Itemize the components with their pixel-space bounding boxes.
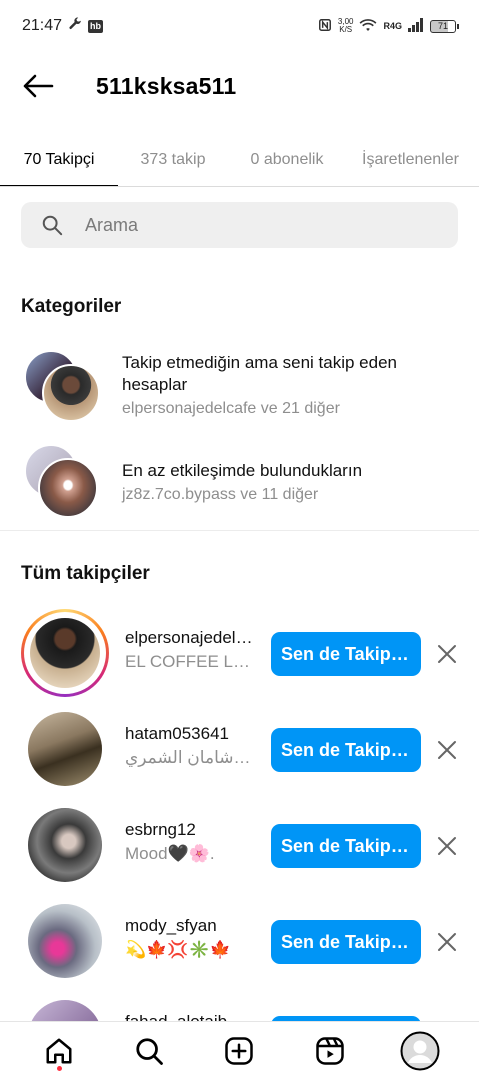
app-badge: hb [88,19,104,33]
nfc-icon [318,18,332,35]
wifi-icon [359,18,377,35]
search-icon [136,1038,164,1065]
status-bar: 21:47 hb 3,00 K/S R4G 71 [0,0,479,52]
network-speed-unit: K/S [339,25,353,34]
category-title: Takip etmediğin ama seni takip eden hesa… [122,353,397,394]
bottom-nav [0,1021,479,1080]
back-button[interactable] [22,70,54,102]
nav-reels[interactable] [306,1027,354,1075]
search-bar[interactable] [21,202,458,248]
follower-username[interactable]: hatam053641 [125,724,255,744]
follower-row[interactable]: hatam053641 ابو شامان الشمري Sen de Taki… [0,702,479,798]
remove-follower-button[interactable] [436,835,458,857]
follower-fullname: ابو شامان الشمري [125,748,255,767]
status-left: 21:47 hb [22,17,104,36]
battery-level: 71 [430,19,456,33]
follower-username[interactable]: mody_sfyan [125,916,255,936]
close-icon [438,837,456,855]
follower-fullname: 💫🍁💢✳️🍁 [125,940,231,959]
remove-follower-button[interactable] [436,643,458,665]
tab-followers[interactable]: 70 Takipçi [0,132,118,186]
active-tab-indicator [0,185,118,186]
follower-username[interactable]: elpersonajedelcafe [125,628,255,648]
search-icon [41,213,65,237]
battery-icon: 71 [430,19,459,33]
category-subtitle: elpersonajedelcafe ve 21 diğer [122,400,340,417]
remove-follower-button[interactable] [436,931,458,953]
followers-heading: Tüm takipçiler [21,563,150,584]
follow-back-button[interactable]: Sen de Takip Et [271,632,421,676]
categories-heading: Kategoriler [21,296,122,317]
category-title: En az etkileşimde bulundukların [122,461,363,480]
notification-dot [57,1066,63,1071]
section-divider [0,530,479,531]
remove-follower-button[interactable] [436,739,458,761]
follower-row[interactable]: esbrng12 Mood🖤🌸. Sen de Takip Et [0,798,479,894]
tab-following[interactable]: 373 takip [124,132,222,186]
signal-icon [408,17,424,35]
follower-row[interactable]: elpersonajedelcafe EL COFFEE LAB Sen de … [0,606,479,702]
avatar [38,458,98,518]
reels-icon [315,1037,344,1065]
category-avatar-stack [24,444,104,520]
tab-tagged[interactable]: İşaretlenenler [352,132,479,186]
status-right: 3,00 K/S R4G 71 [318,17,459,35]
profile-icon [400,1031,440,1071]
avatar[interactable] [28,808,102,882]
back-arrow-icon [23,74,54,98]
wrench-icon [68,17,82,36]
page-title: 511ksksa511 [96,72,237,99]
network-type: R4G [383,21,402,31]
nav-create[interactable] [215,1027,263,1075]
header: 511ksksa511 [0,60,479,112]
follower-row[interactable]: mody_sfyan 💫🍁💢✳️🍁 Sen de Takip Et [0,894,479,990]
home-icon [46,1038,72,1064]
follower-fullname: Mood🖤🌸. [125,844,215,863]
network-speed: 3,00 K/S [338,18,354,34]
tab-subscriptions[interactable]: 0 abonelik [232,132,342,186]
avatar[interactable] [28,712,102,786]
status-time: 21:47 [22,17,63,34]
follow-back-button[interactable]: Sen de Takip Et [271,920,421,964]
category-subtitle: jz8z.7co.bypass ve 11 diğer [122,486,319,503]
nav-search[interactable] [125,1027,173,1075]
tab-bar: 70 Takipçi 373 takip 0 abonelik İşaretle… [0,132,479,187]
category-not-following-back[interactable]: Takip etmediğin ama seni takip eden hesa… [0,348,479,428]
follower-username[interactable]: esbrng12 [125,820,255,840]
follow-back-button[interactable]: Sen de Takip Et [271,728,421,772]
close-icon [438,645,456,663]
search-input[interactable] [85,214,385,236]
follower-fullname: EL COFFEE LAB [125,652,255,671]
avatar[interactable] [28,904,102,978]
close-icon [438,933,456,951]
avatar [42,364,100,422]
close-icon [438,741,456,759]
follow-back-button[interactable]: Sen de Takip Et [271,824,421,868]
create-icon [225,1037,254,1065]
category-least-interacted[interactable]: En az etkileşimde bulundukların jz8z.7co… [0,442,479,522]
nav-profile[interactable] [396,1027,444,1075]
avatar[interactable] [30,618,100,688]
nav-home[interactable] [35,1027,83,1075]
category-avatar-stack [24,350,104,426]
